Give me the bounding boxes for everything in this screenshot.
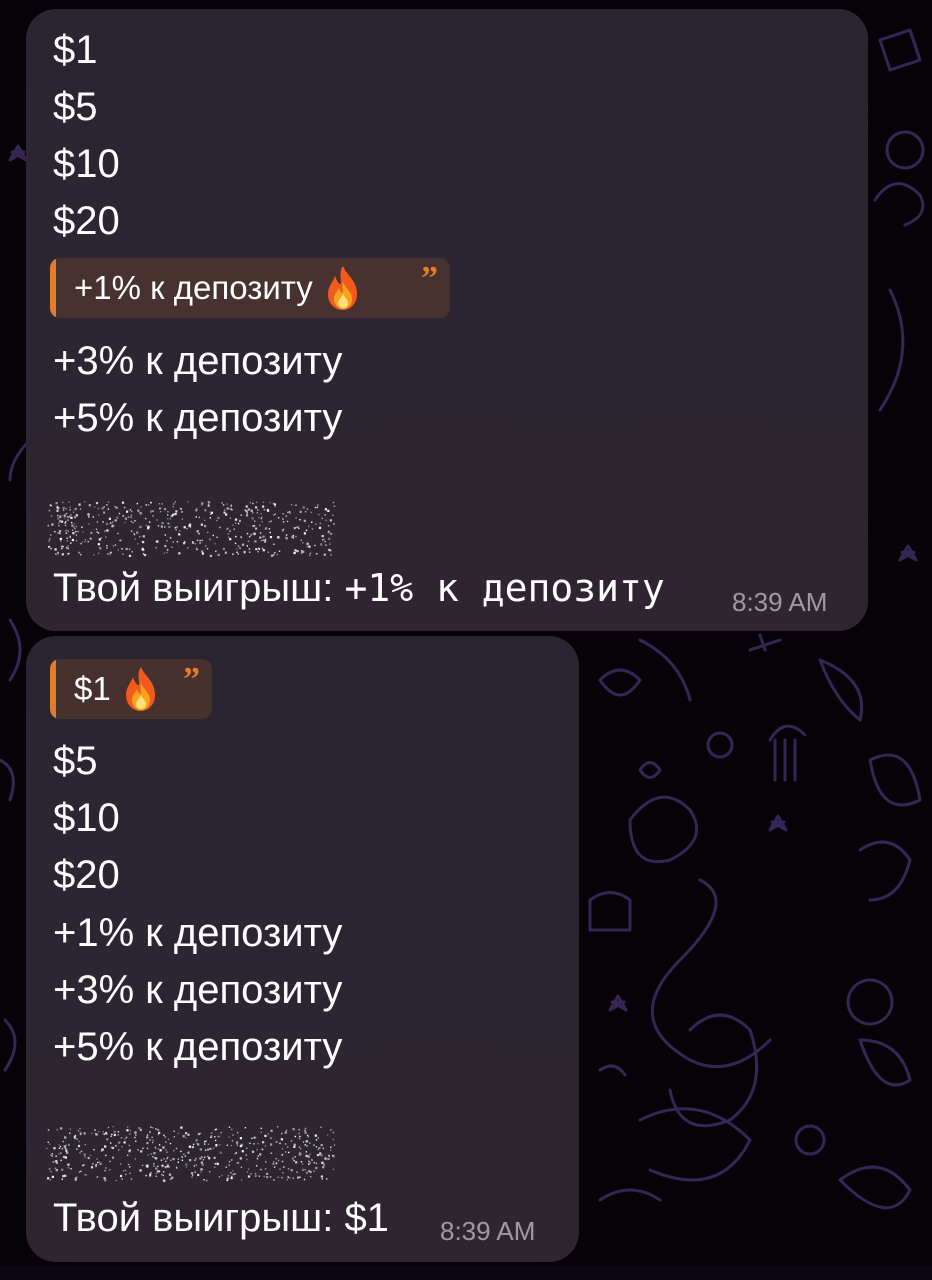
fire-icon bbox=[125, 667, 155, 711]
message-bubble[interactable]: $1 $5 $10 $20 +1% к депозиту ” +3% к деп… bbox=[26, 9, 868, 631]
option-line: $10 bbox=[53, 142, 120, 186]
option-line: $10 bbox=[53, 796, 120, 840]
option-line: $5 bbox=[53, 739, 98, 783]
message-time: 8:39 AM bbox=[440, 1216, 536, 1246]
message-bubble[interactable]: $1 ” $5 $10 $20 +1% к депозиту +3% к деп… bbox=[26, 636, 579, 1262]
result-label: Твой выигрыш: bbox=[53, 566, 334, 610]
option-line: +3% к депозиту bbox=[53, 968, 343, 1012]
result-line: Твой выигрыш: $1 bbox=[53, 1194, 389, 1242]
option-line: $20 bbox=[53, 853, 120, 897]
result-label: Твой выигрыш: bbox=[53, 1196, 334, 1240]
option-line: $5 bbox=[53, 85, 98, 129]
spoiler-noise[interactable] bbox=[46, 1126, 338, 1184]
result-line: Твой выигрыш: +1% к депозиту bbox=[53, 564, 665, 612]
option-line: +5% к депозиту bbox=[53, 396, 343, 440]
option-line: +1% к депозиту bbox=[53, 911, 343, 955]
quote-mark-icon: ” bbox=[421, 260, 438, 297]
quote-text: +1% к депозиту bbox=[74, 269, 313, 306]
result-value: $1 bbox=[344, 1196, 389, 1240]
message-time: 8:39 AM bbox=[732, 587, 828, 617]
spoiler-noise[interactable] bbox=[46, 501, 338, 559]
quote-mark-icon: ” bbox=[183, 661, 200, 698]
option-line: +5% к депозиту bbox=[53, 1025, 343, 1069]
result-value: +1% к депозиту bbox=[344, 566, 665, 610]
fire-icon bbox=[327, 266, 357, 310]
option-line: +3% к депозиту bbox=[53, 339, 343, 383]
option-line: $20 bbox=[53, 199, 120, 243]
option-line: $1 bbox=[53, 28, 98, 72]
quote-text: $1 bbox=[74, 670, 111, 707]
quote-block[interactable]: $1 ” bbox=[50, 659, 212, 719]
quote-block[interactable]: +1% к депозиту ” bbox=[50, 258, 450, 318]
